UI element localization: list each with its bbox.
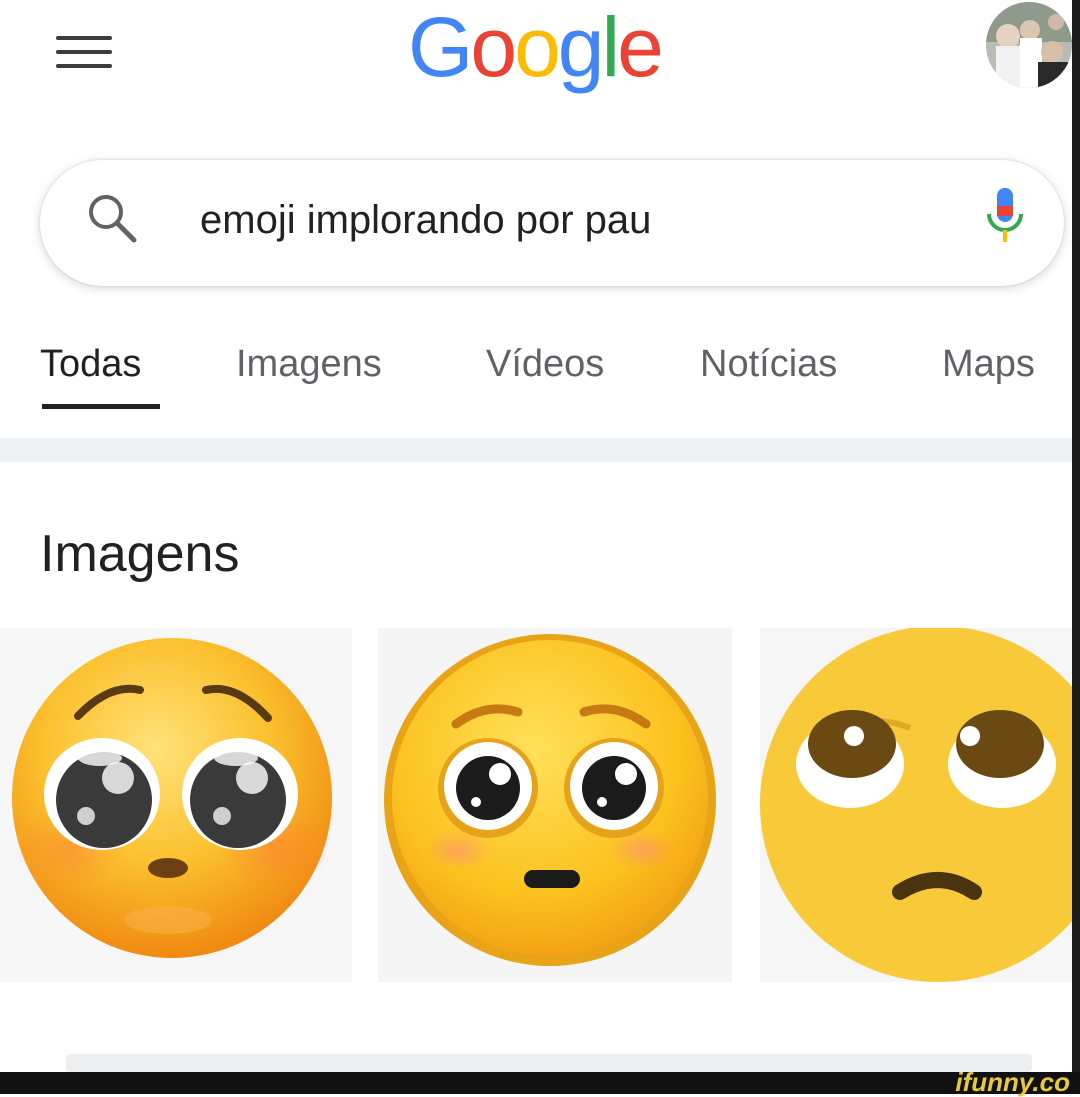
ifunny-watermark: ifunny.co — [955, 1067, 1070, 1097]
active-tab-indicator — [42, 404, 160, 409]
tab-maps[interactable]: Maps — [942, 336, 1035, 392]
profile-avatar[interactable] — [986, 2, 1072, 88]
section-divider — [0, 438, 1072, 462]
tab-imagens[interactable]: Imagens — [236, 336, 382, 392]
search-input[interactable]: emoji implorando por pau — [200, 190, 651, 250]
section-divider-bottom — [66, 1054, 1032, 1072]
logo-letter: G — [408, 0, 473, 94]
tab-videos[interactable]: Vídeos — [486, 336, 604, 392]
image-result-pleading-face-cropped[interactable] — [760, 628, 1072, 982]
google-logo[interactable]: Google — [408, 0, 664, 102]
hamburger-menu-icon[interactable] — [52, 30, 116, 74]
logo-letter: g — [557, 0, 605, 94]
image-result-pleading-face-glossy[interactable] — [0, 628, 352, 982]
tab-noticias[interactable]: Notícias — [700, 336, 837, 392]
search-icon[interactable] — [80, 186, 146, 252]
watermark-bar — [0, 1072, 1080, 1094]
microphone-icon[interactable] — [976, 182, 1034, 250]
screen-edge — [1072, 0, 1080, 1094]
logo-letter: o — [514, 0, 561, 94]
logo-letter: l — [601, 0, 621, 94]
logo-letter: e — [617, 0, 664, 94]
tab-todas[interactable]: Todas — [40, 336, 141, 392]
images-section-title: Imagens — [40, 525, 240, 583]
logo-letter: o — [470, 0, 517, 94]
image-result-pleading-face-flat[interactable] — [378, 628, 732, 982]
